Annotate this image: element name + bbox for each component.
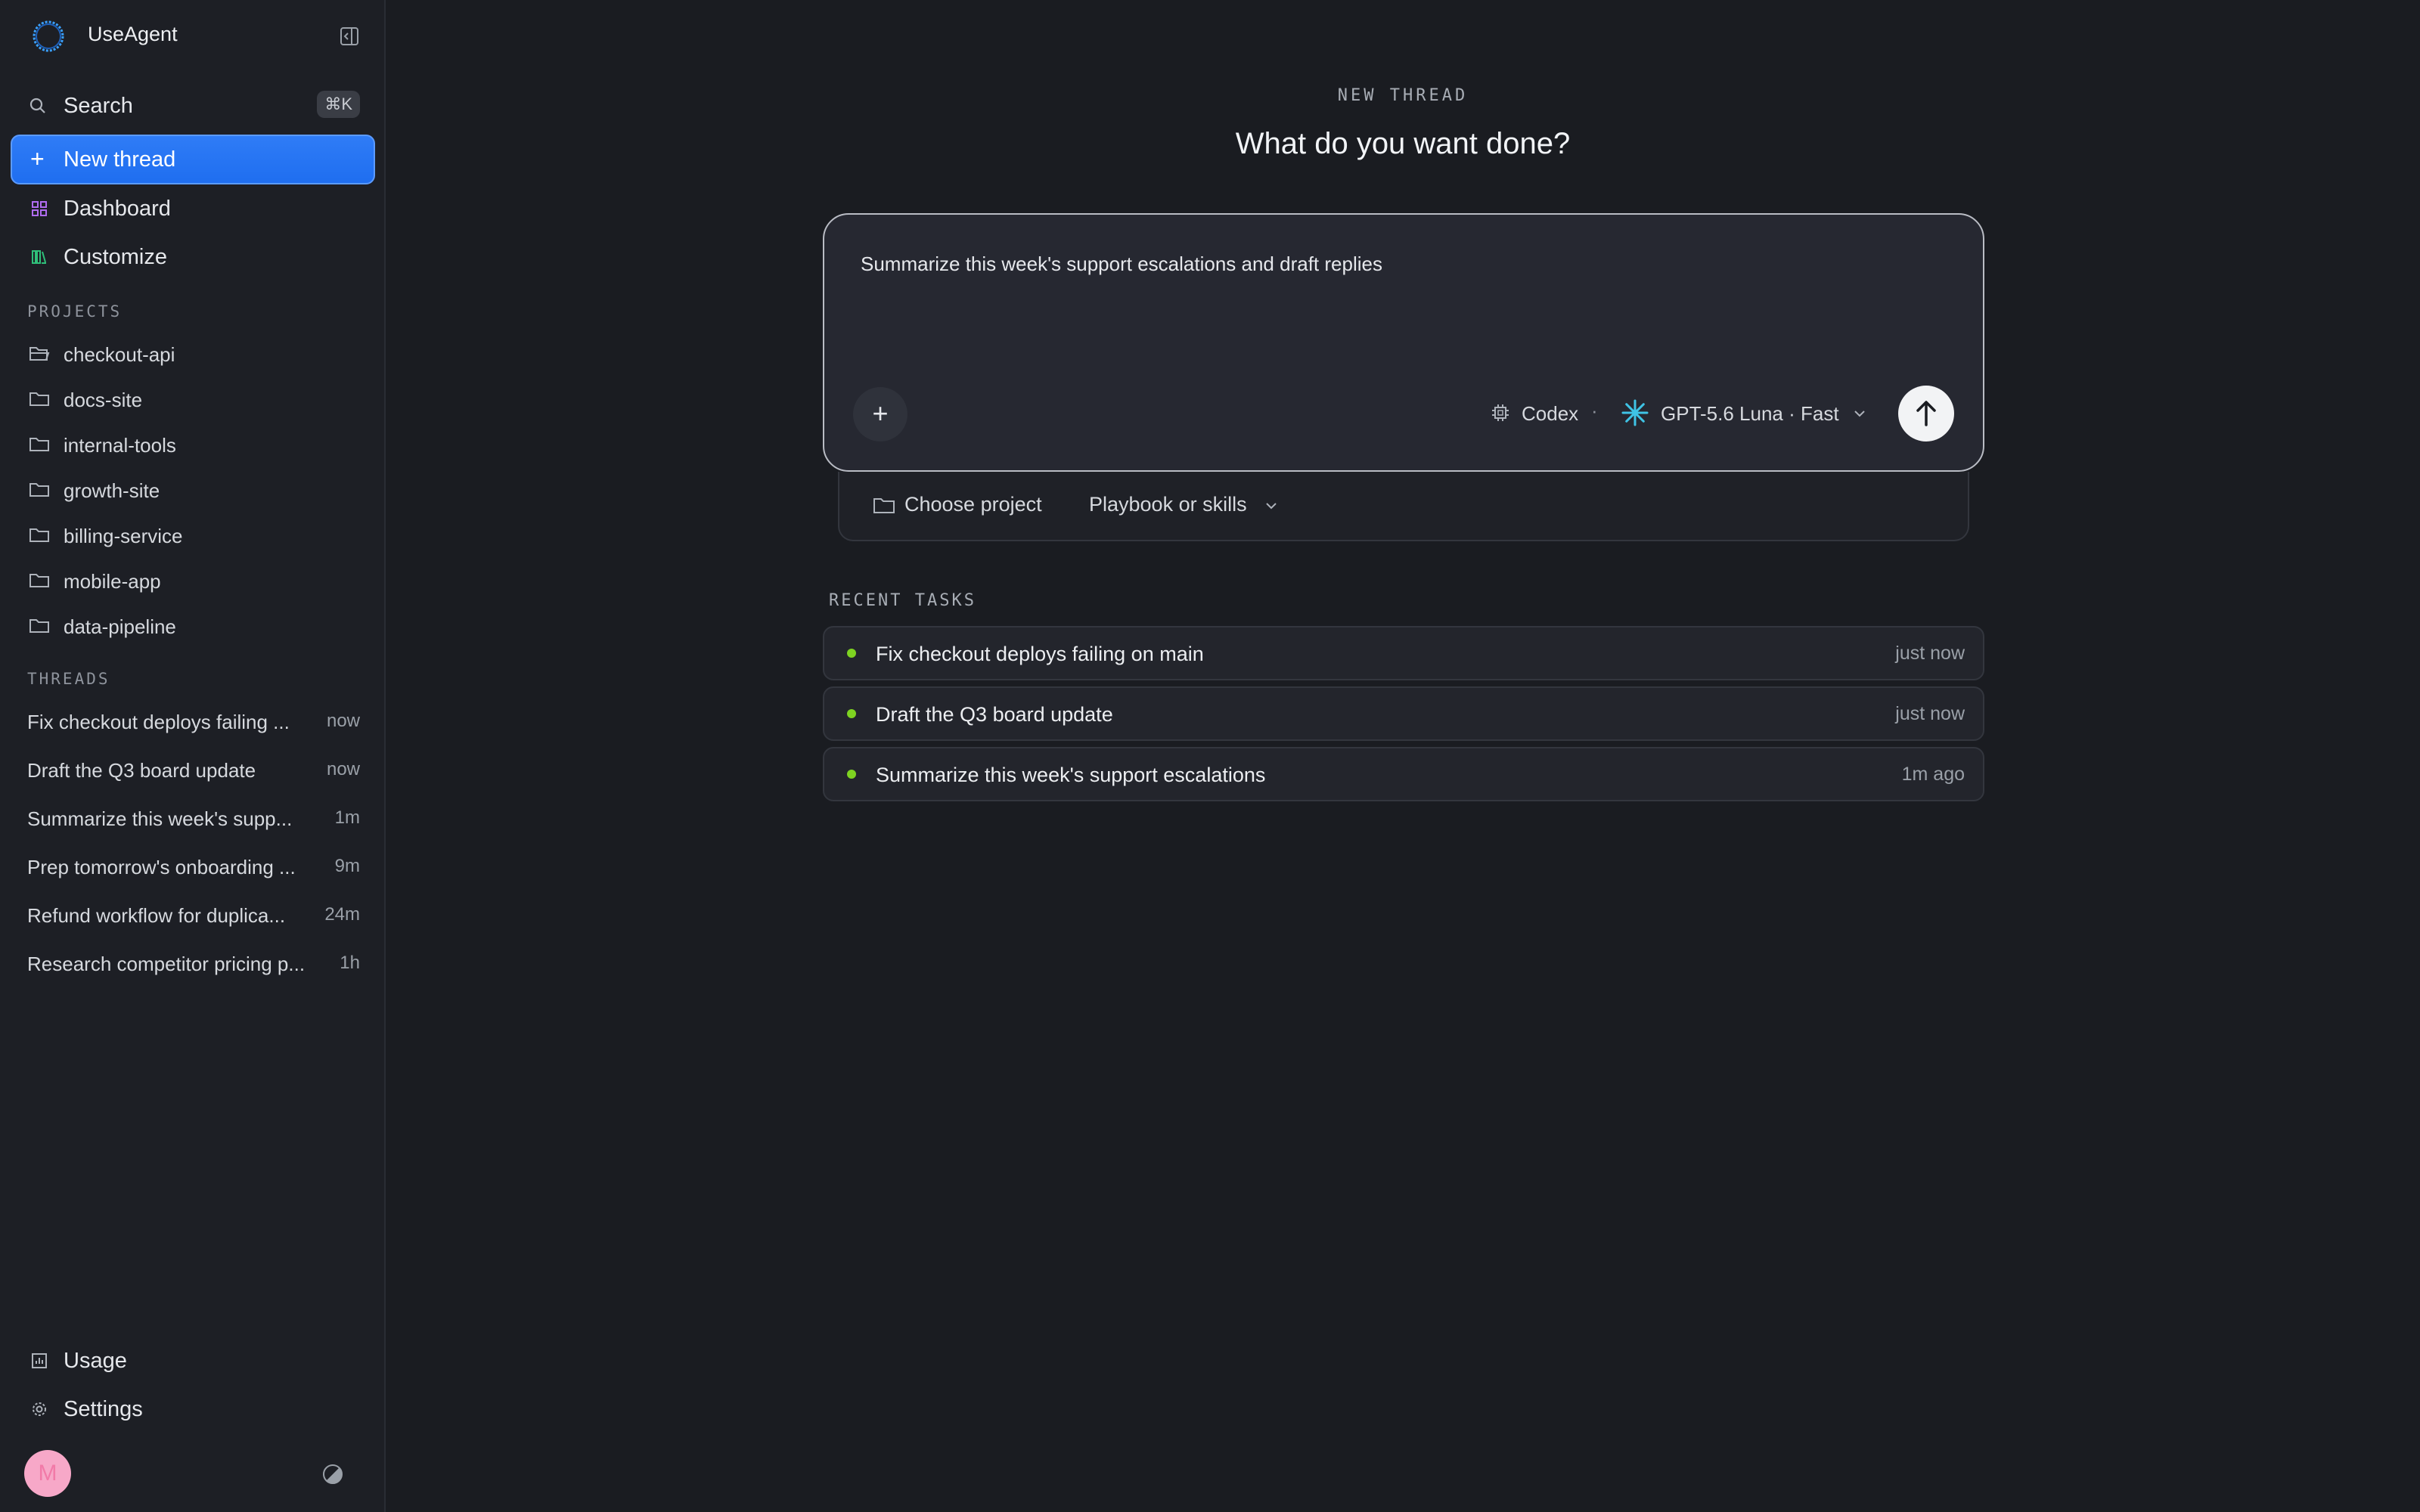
status-dot xyxy=(847,770,856,779)
folder-icon xyxy=(29,483,49,497)
thread-time: 1h xyxy=(340,953,360,973)
thread-title: Draft the Q3 board update xyxy=(27,759,256,782)
grid-icon xyxy=(32,201,47,216)
sidebar: UseAgent Search ⌘K + New thread Dashboar… xyxy=(0,0,386,1512)
task-title: Fix checkout deploys failing on main xyxy=(876,643,1204,665)
folder-icon xyxy=(29,528,49,542)
prompt-input[interactable]: Summarize this week's support escalation… xyxy=(861,253,1382,276)
thread-time: 1m xyxy=(334,807,360,828)
project-item[interactable]: data-pipeline xyxy=(27,609,360,643)
app-logo-icon xyxy=(33,20,64,52)
theme-toggle-icon[interactable] xyxy=(321,1462,345,1486)
thread-title: Fix checkout deploys failing ... xyxy=(27,711,290,733)
recent-task-item[interactable]: Summarize this week's support escalation… xyxy=(823,747,1984,801)
sidebar-item-customize[interactable]: Customize xyxy=(27,240,360,274)
collapse-sidebar-icon[interactable] xyxy=(339,26,360,47)
thread-title: Summarize this week's supp... xyxy=(27,807,293,830)
task-time: 1m ago xyxy=(1901,764,1965,785)
task-title: Draft the Q3 board update xyxy=(876,703,1113,726)
sidebar-item-usage[interactable]: Usage xyxy=(27,1344,360,1377)
project-label: docs-site xyxy=(64,389,143,411)
playbook-selector[interactable]: Playbook or skills xyxy=(1089,493,1247,516)
task-title: Summarize this week's support escalation… xyxy=(876,764,1266,786)
recent-tasks-label: RECENT TASKS xyxy=(829,591,976,610)
thread-title: Research competitor pricing p... xyxy=(27,953,306,975)
app-title: UseAgent xyxy=(88,23,178,45)
agent-selector[interactable]: Codex xyxy=(1522,402,1578,426)
recent-task-item[interactable]: Draft the Q3 board update just now xyxy=(823,686,1984,741)
gear-icon xyxy=(33,1402,46,1416)
sidebar-item-label: Usage xyxy=(64,1349,127,1373)
folder-icon xyxy=(29,574,49,587)
project-label: checkout-api xyxy=(64,343,175,366)
recent-task-item[interactable]: Fix checkout deploys failing on main jus… xyxy=(823,626,1984,680)
composer: Summarize this week's support escalation… xyxy=(823,213,1984,472)
thread-item[interactable]: Summarize this week's supp... 1m xyxy=(27,801,360,835)
project-item[interactable]: checkout-api xyxy=(27,337,360,370)
folder-icon xyxy=(29,438,49,451)
sidebar-item-dashboard[interactable]: Dashboard xyxy=(27,192,360,225)
chart-icon xyxy=(32,1353,47,1368)
chip-icon xyxy=(1492,404,1509,421)
library-icon xyxy=(32,250,46,264)
thread-time: now xyxy=(326,711,360,731)
thread-item[interactable]: Prep tomorrow's onboarding ... 9m xyxy=(27,850,360,883)
thread-title: Prep tomorrow's onboarding ... xyxy=(27,856,296,878)
avatar[interactable]: M xyxy=(24,1450,71,1497)
project-item[interactable]: growth-site xyxy=(27,473,360,507)
thread-item[interactable]: Refund workflow for duplica... 24m xyxy=(27,898,360,931)
task-time: just now xyxy=(1895,703,1965,724)
project-label: growth-site xyxy=(64,479,160,502)
arrow-up-icon xyxy=(1916,401,1936,426)
status-dot xyxy=(847,649,856,658)
thread-item[interactable]: Fix checkout deploys failing ... now xyxy=(27,705,360,738)
project-item[interactable]: billing-service xyxy=(27,519,360,552)
project-label: internal-tools xyxy=(64,434,176,457)
folder-icon xyxy=(29,392,49,406)
page-eyebrow: NEW THREAD xyxy=(1337,86,1469,105)
thread-time: 24m xyxy=(324,904,360,925)
folder-icon xyxy=(873,498,895,513)
model-selector[interactable]: GPT-5.6 Luna · Fast xyxy=(1661,402,1839,426)
attach-button[interactable]: + xyxy=(853,387,908,442)
folder-open-icon xyxy=(29,347,50,361)
project-label: data-pipeline xyxy=(64,615,176,638)
chevron-down-icon[interactable] xyxy=(1851,405,1868,422)
sparkle-icon xyxy=(1621,399,1649,426)
thread-time: now xyxy=(326,759,360,779)
sidebar-item-label: Customize xyxy=(64,245,167,269)
project-label: mobile-app xyxy=(64,570,161,593)
task-time: just now xyxy=(1895,643,1965,664)
choose-project-button[interactable]: Choose project xyxy=(904,493,1042,516)
sidebar-item-settings[interactable]: Settings xyxy=(27,1393,360,1426)
threads-section-label: THREADS xyxy=(27,670,110,688)
separator: · xyxy=(1591,399,1598,422)
sidebar-item-label: Dashboard xyxy=(64,197,171,221)
thread-item[interactable]: Research competitor pricing p... 1h xyxy=(27,947,360,980)
project-item[interactable]: docs-site xyxy=(27,383,360,416)
page-title: What do you want done? xyxy=(1235,127,1571,160)
status-dot xyxy=(847,709,856,718)
project-item[interactable]: mobile-app xyxy=(27,564,360,597)
project-item[interactable]: internal-tools xyxy=(27,428,360,461)
composer-options-bar: Choose project Playbook or skills xyxy=(838,472,1969,541)
projects-section-label: PROJECTS xyxy=(27,302,123,321)
thread-item[interactable]: Draft the Q3 board update now xyxy=(27,753,360,786)
send-button[interactable] xyxy=(1898,386,1954,442)
project-label: billing-service xyxy=(64,525,183,547)
sidebar-item-label: Settings xyxy=(64,1397,143,1421)
folder-icon xyxy=(29,619,49,633)
thread-title: Refund workflow for duplica... xyxy=(27,904,286,927)
chevron-down-icon[interactable] xyxy=(1263,497,1280,514)
thread-time: 9m xyxy=(334,856,360,876)
